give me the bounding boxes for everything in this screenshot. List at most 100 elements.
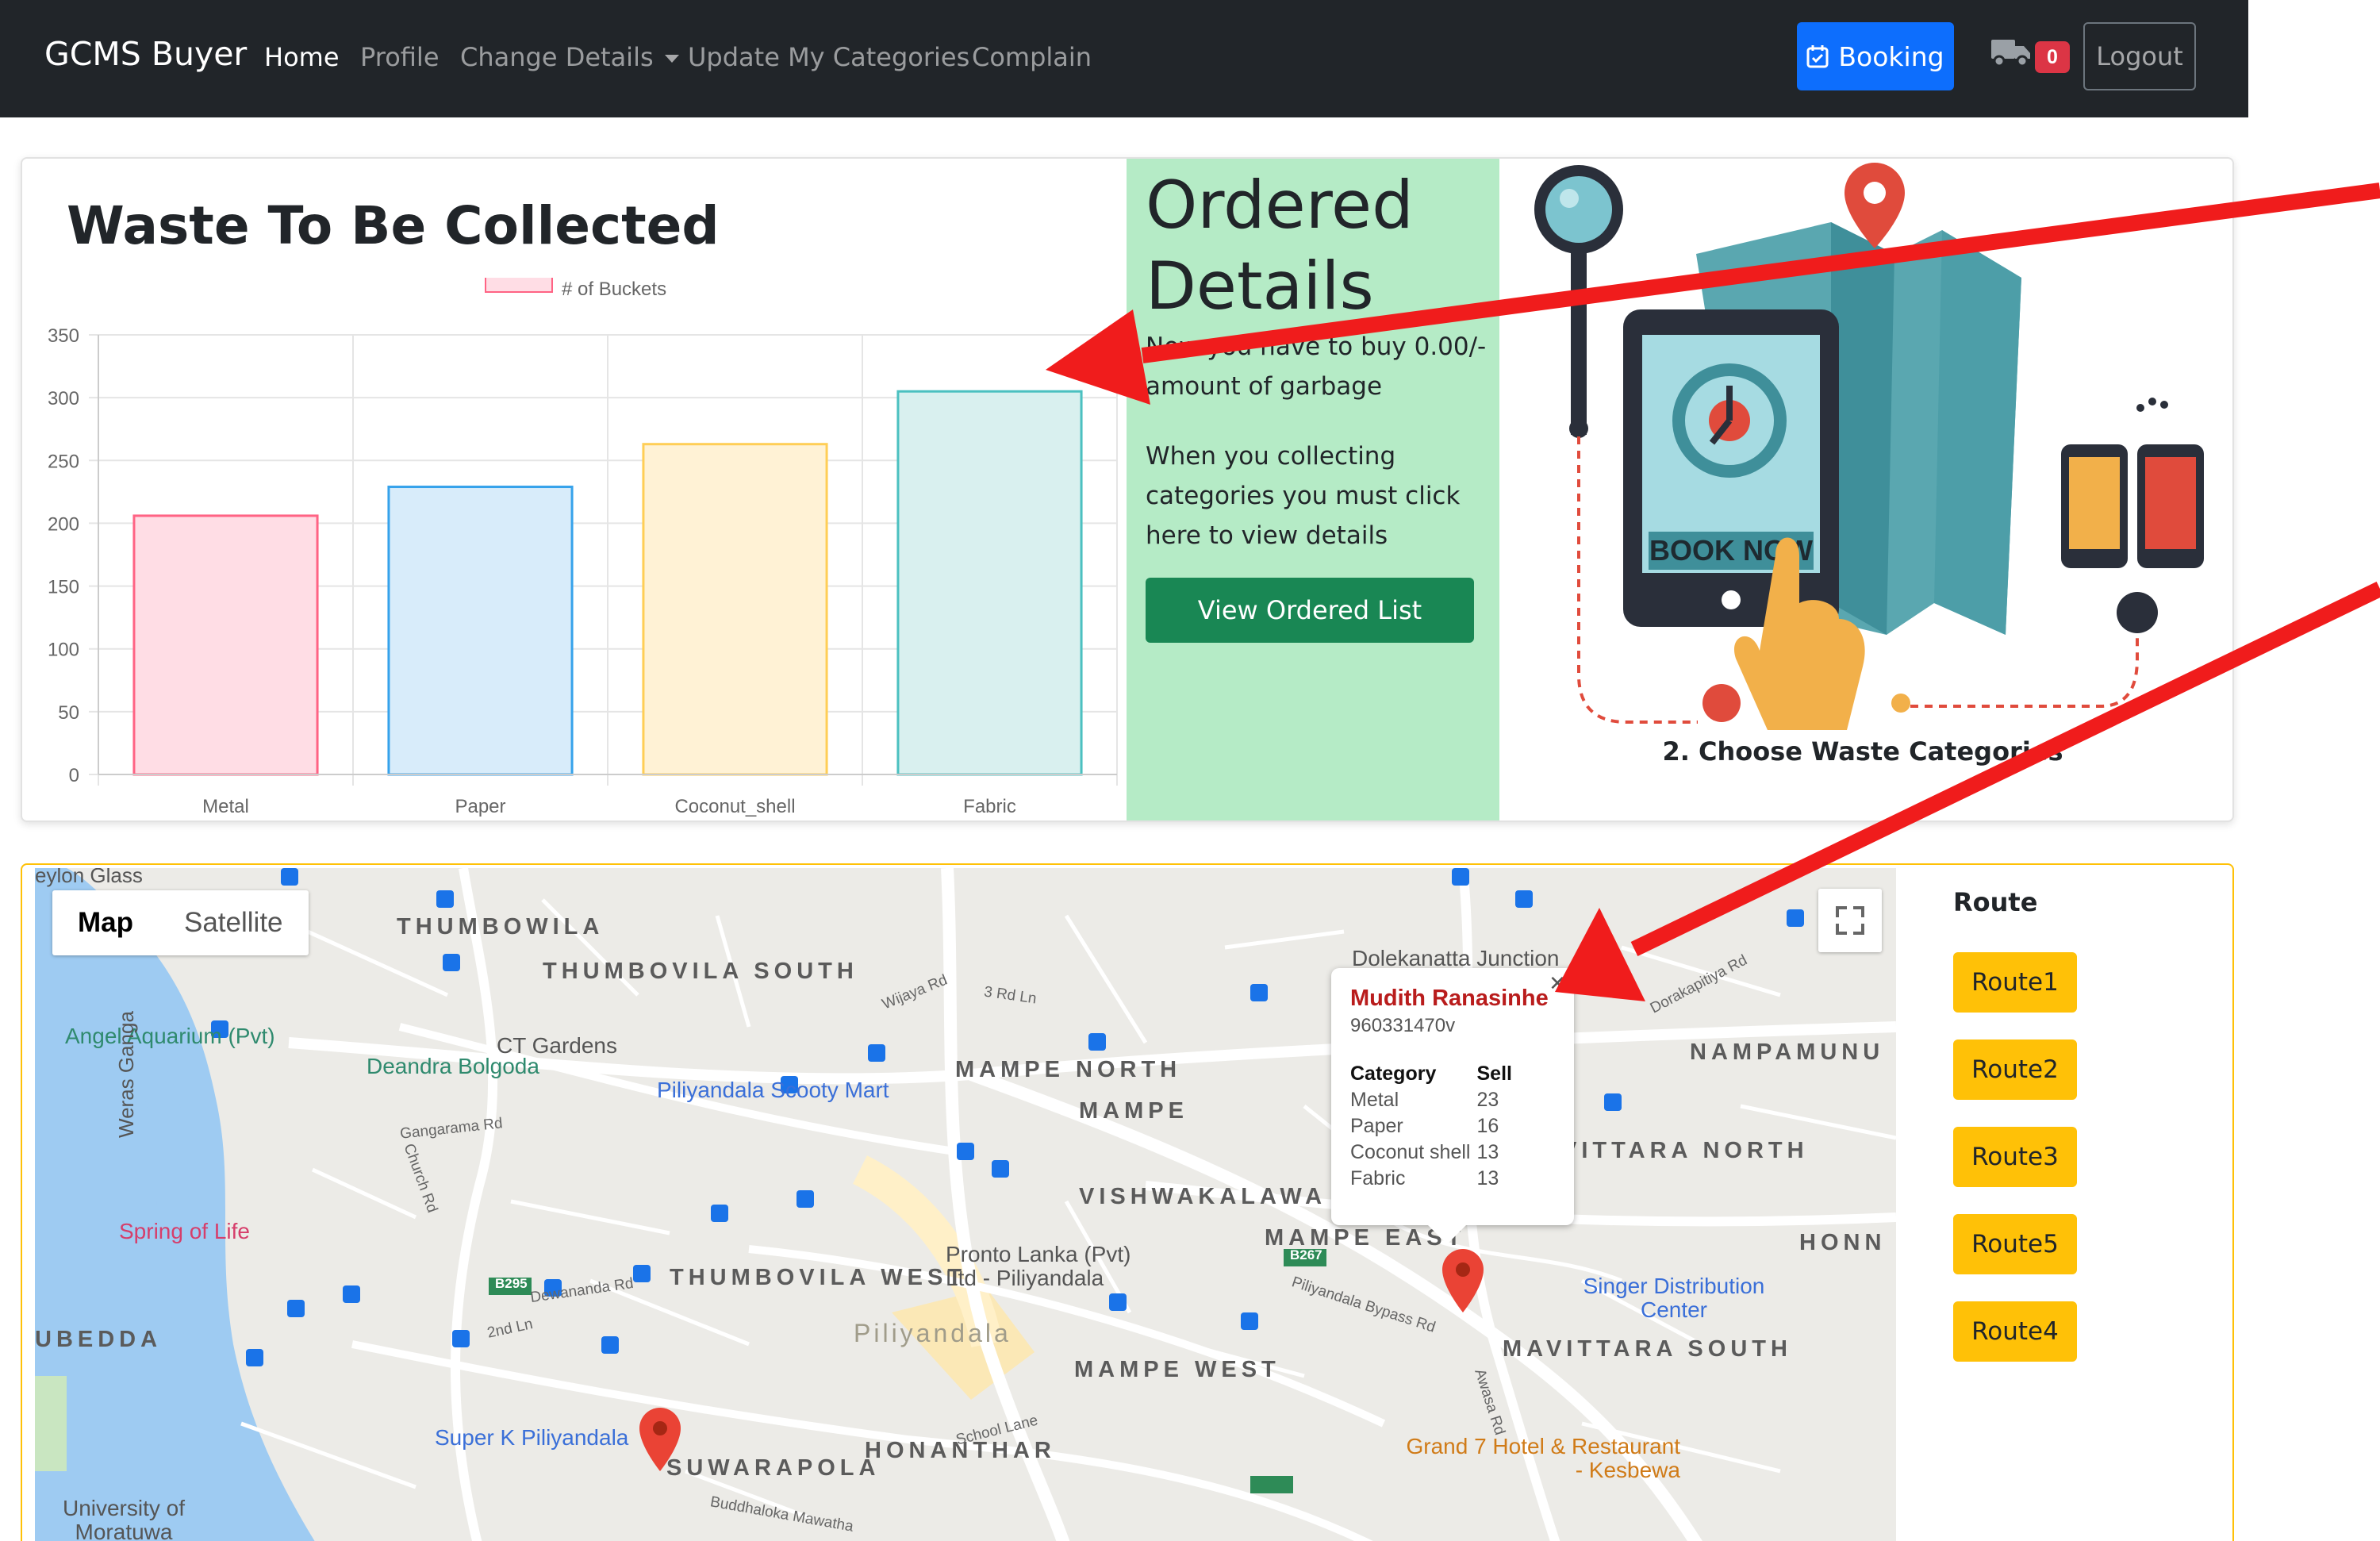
nav-change-details[interactable]: Change Details bbox=[460, 42, 679, 72]
seller-sell-table: Category Sell Metal 23 Paper 16 Coconut … bbox=[1350, 1061, 1518, 1192]
map-type-control: Map Satellite bbox=[52, 890, 309, 955]
poi-label[interactable]: Spring of Life bbox=[119, 1219, 250, 1244]
table-row: Metal 23 bbox=[1350, 1087, 1518, 1113]
y-tick-label: 50 bbox=[58, 702, 79, 724]
town-label: Piliyandala bbox=[854, 1319, 1012, 1347]
table-header-category: Category bbox=[1350, 1063, 1437, 1085]
chart-title: Waste To Be Collected bbox=[67, 195, 720, 256]
route-button-5[interactable]: Route5 bbox=[1953, 1214, 2077, 1274]
y-tick-label: 150 bbox=[48, 577, 79, 598]
truck-icon bbox=[1991, 40, 2030, 67]
y-tick-label: 250 bbox=[48, 451, 79, 472]
cart-button[interactable]: 0 bbox=[1991, 37, 2071, 76]
x-tick-label: Metal bbox=[202, 796, 249, 817]
table-row: Paper 16 bbox=[1350, 1113, 1518, 1139]
route-panel: Route Route1 Route2 Route3 Route5 Route4 bbox=[1929, 865, 2215, 1541]
ordered-details-panel: Ordered Details Now you have to buy 0.00… bbox=[1127, 159, 1499, 820]
x-tick-label: Paper bbox=[455, 796, 505, 817]
road-shield: B267 bbox=[1290, 1247, 1322, 1262]
y-tick-label: 300 bbox=[48, 388, 79, 409]
area-label: HONN bbox=[1799, 1230, 1887, 1255]
close-icon[interactable]: ✕ bbox=[1549, 971, 1566, 996]
route-button-3[interactable]: Route3 bbox=[1953, 1127, 2077, 1187]
area-label: MAMPE bbox=[1079, 1098, 1188, 1124]
nav-home[interactable]: Home bbox=[264, 42, 340, 72]
bar-fabric bbox=[896, 390, 1083, 776]
booking-label: Booking bbox=[1838, 40, 1944, 72]
map-info-window: ✕ Mudith Ranasinhe 960331470v Category S… bbox=[1331, 968, 1574, 1244]
y-tick-label: 0 bbox=[69, 765, 79, 786]
map-type-map[interactable]: Map bbox=[52, 890, 159, 955]
poi-label[interactable]: Grand 7 Hotel & Restaurant - Kesbewa bbox=[1395, 1435, 1680, 1482]
booking-illustration: BOOK NOW bbox=[1514, 159, 2212, 732]
poi-label[interactable]: Singer Distribution Center bbox=[1571, 1274, 1777, 1322]
y-tick-label: 200 bbox=[48, 513, 79, 535]
table-cell: 13 bbox=[1476, 1141, 1499, 1163]
waste-bar-chart: # of Buckets 0 50 100 150 200 250 300 350 Metal Pa… bbox=[48, 278, 1118, 817]
logout-button[interactable]: Logout bbox=[2083, 22, 2196, 90]
y-tick-label: 350 bbox=[48, 325, 79, 347]
poi-label[interactable]: Pronto Lanka (Pvt) Ltd - Piliyandala bbox=[946, 1243, 1160, 1290]
table-cell: Metal bbox=[1350, 1089, 1399, 1111]
table-cell: 16 bbox=[1476, 1115, 1499, 1137]
area-label: NAMPAMUNU bbox=[1690, 1040, 1885, 1065]
route-button-2[interactable]: Route2 bbox=[1953, 1040, 2077, 1100]
ordered-details-title: Ordered Details bbox=[1146, 167, 1414, 325]
summary-card: Waste To Be Collected # of Buckets 0 50 100… bbox=[21, 157, 2234, 822]
table-cell: Fabric bbox=[1350, 1167, 1406, 1189]
illustration-caption: 2. Choose Waste Categories bbox=[1662, 736, 2063, 767]
nav-change-details-label: Change Details bbox=[460, 42, 654, 72]
area-label: MAMPE WEST bbox=[1074, 1357, 1280, 1382]
view-ordered-list-button[interactable]: View Ordered List bbox=[1146, 578, 1474, 643]
seller-id: 960331470v bbox=[1350, 1015, 1456, 1036]
booking-button[interactable]: Booking bbox=[1797, 22, 1954, 90]
area-label: MAMPE NORTH bbox=[955, 1057, 1182, 1082]
map-card: Map Satellite THUMBOWILA THUMBOVILA SOUT… bbox=[21, 863, 2234, 1541]
area-label: UBEDDA bbox=[35, 1327, 163, 1352]
chevron-down-icon bbox=[664, 55, 679, 63]
area-label: THUMBOVILA WEST bbox=[670, 1265, 967, 1290]
ordered-instructions-text: When you collecting categories you must … bbox=[1146, 442, 1461, 550]
x-tick-label: Coconut_shell bbox=[674, 796, 795, 817]
area-label: MAVITTARA SOUTH bbox=[1503, 1336, 1792, 1362]
poi-label[interactable]: Piliyandala Scooty Mart bbox=[657, 1078, 889, 1103]
route-button-4[interactable]: Route4 bbox=[1953, 1301, 2077, 1362]
poi-label[interactable]: eylon Glass bbox=[35, 868, 143, 888]
table-cell: Paper bbox=[1350, 1115, 1403, 1137]
bar-coconut-shell bbox=[642, 443, 828, 776]
nav-profile[interactable]: Profile bbox=[360, 42, 440, 72]
legend-label: # of Buckets bbox=[562, 279, 666, 300]
table-row: Fabric 13 bbox=[1350, 1166, 1518, 1192]
area-label: VITTARA NORTH bbox=[1561, 1138, 1809, 1163]
poi-label[interactable]: University of Moratuwa bbox=[44, 1497, 203, 1541]
poi-label[interactable]: Angel Aquarium (Pvt) bbox=[65, 1024, 275, 1049]
table-cell: Coconut shell bbox=[1350, 1141, 1471, 1163]
table-cell: 23 bbox=[1476, 1089, 1499, 1111]
seller-name: Mudith Ranasinhe bbox=[1350, 986, 1549, 1011]
map-type-satellite[interactable]: Satellite bbox=[159, 890, 309, 955]
poi-label[interactable]: Super K Piliyandala bbox=[435, 1425, 628, 1451]
area-label: SUWARAPOLA bbox=[666, 1455, 881, 1481]
area-label: THUMBOWILA bbox=[397, 914, 605, 940]
area-label: THUMBOVILA SOUTH bbox=[543, 959, 858, 984]
x-tick-label: Fabric bbox=[963, 796, 1016, 817]
legend-swatch bbox=[485, 278, 553, 293]
river-label: Weras Ganga bbox=[114, 1011, 138, 1138]
fullscreen-icon[interactable] bbox=[1818, 889, 1882, 952]
calendar-check-icon bbox=[1806, 45, 1829, 68]
table-row: Coconut shell 13 bbox=[1350, 1139, 1518, 1166]
nav-complain[interactable]: Complain bbox=[972, 42, 1092, 72]
brand-logo[interactable]: GCMS Buyer bbox=[44, 35, 247, 73]
cart-count-badge: 0 bbox=[2035, 41, 2070, 73]
bar-paper bbox=[387, 486, 574, 776]
y-tick-label: 100 bbox=[48, 640, 79, 661]
poi-label[interactable]: CT Gardens bbox=[497, 1033, 617, 1059]
navbar: GCMS Buyer Home Profile Change Details U… bbox=[0, 0, 2248, 117]
table-cell: 13 bbox=[1476, 1167, 1499, 1189]
nav-update-categories[interactable]: Update My Categories bbox=[688, 42, 969, 72]
bar-metal bbox=[132, 514, 319, 776]
area-label: VISHWAKALAWA bbox=[1079, 1184, 1327, 1209]
google-map[interactable]: Map Satellite THUMBOWILA THUMBOVILA SOUT… bbox=[35, 868, 1896, 1541]
ordered-amount-text: Now you have to buy 0.00/- amount of gar… bbox=[1146, 332, 1487, 401]
route-button-1[interactable]: Route1 bbox=[1953, 952, 2077, 1013]
